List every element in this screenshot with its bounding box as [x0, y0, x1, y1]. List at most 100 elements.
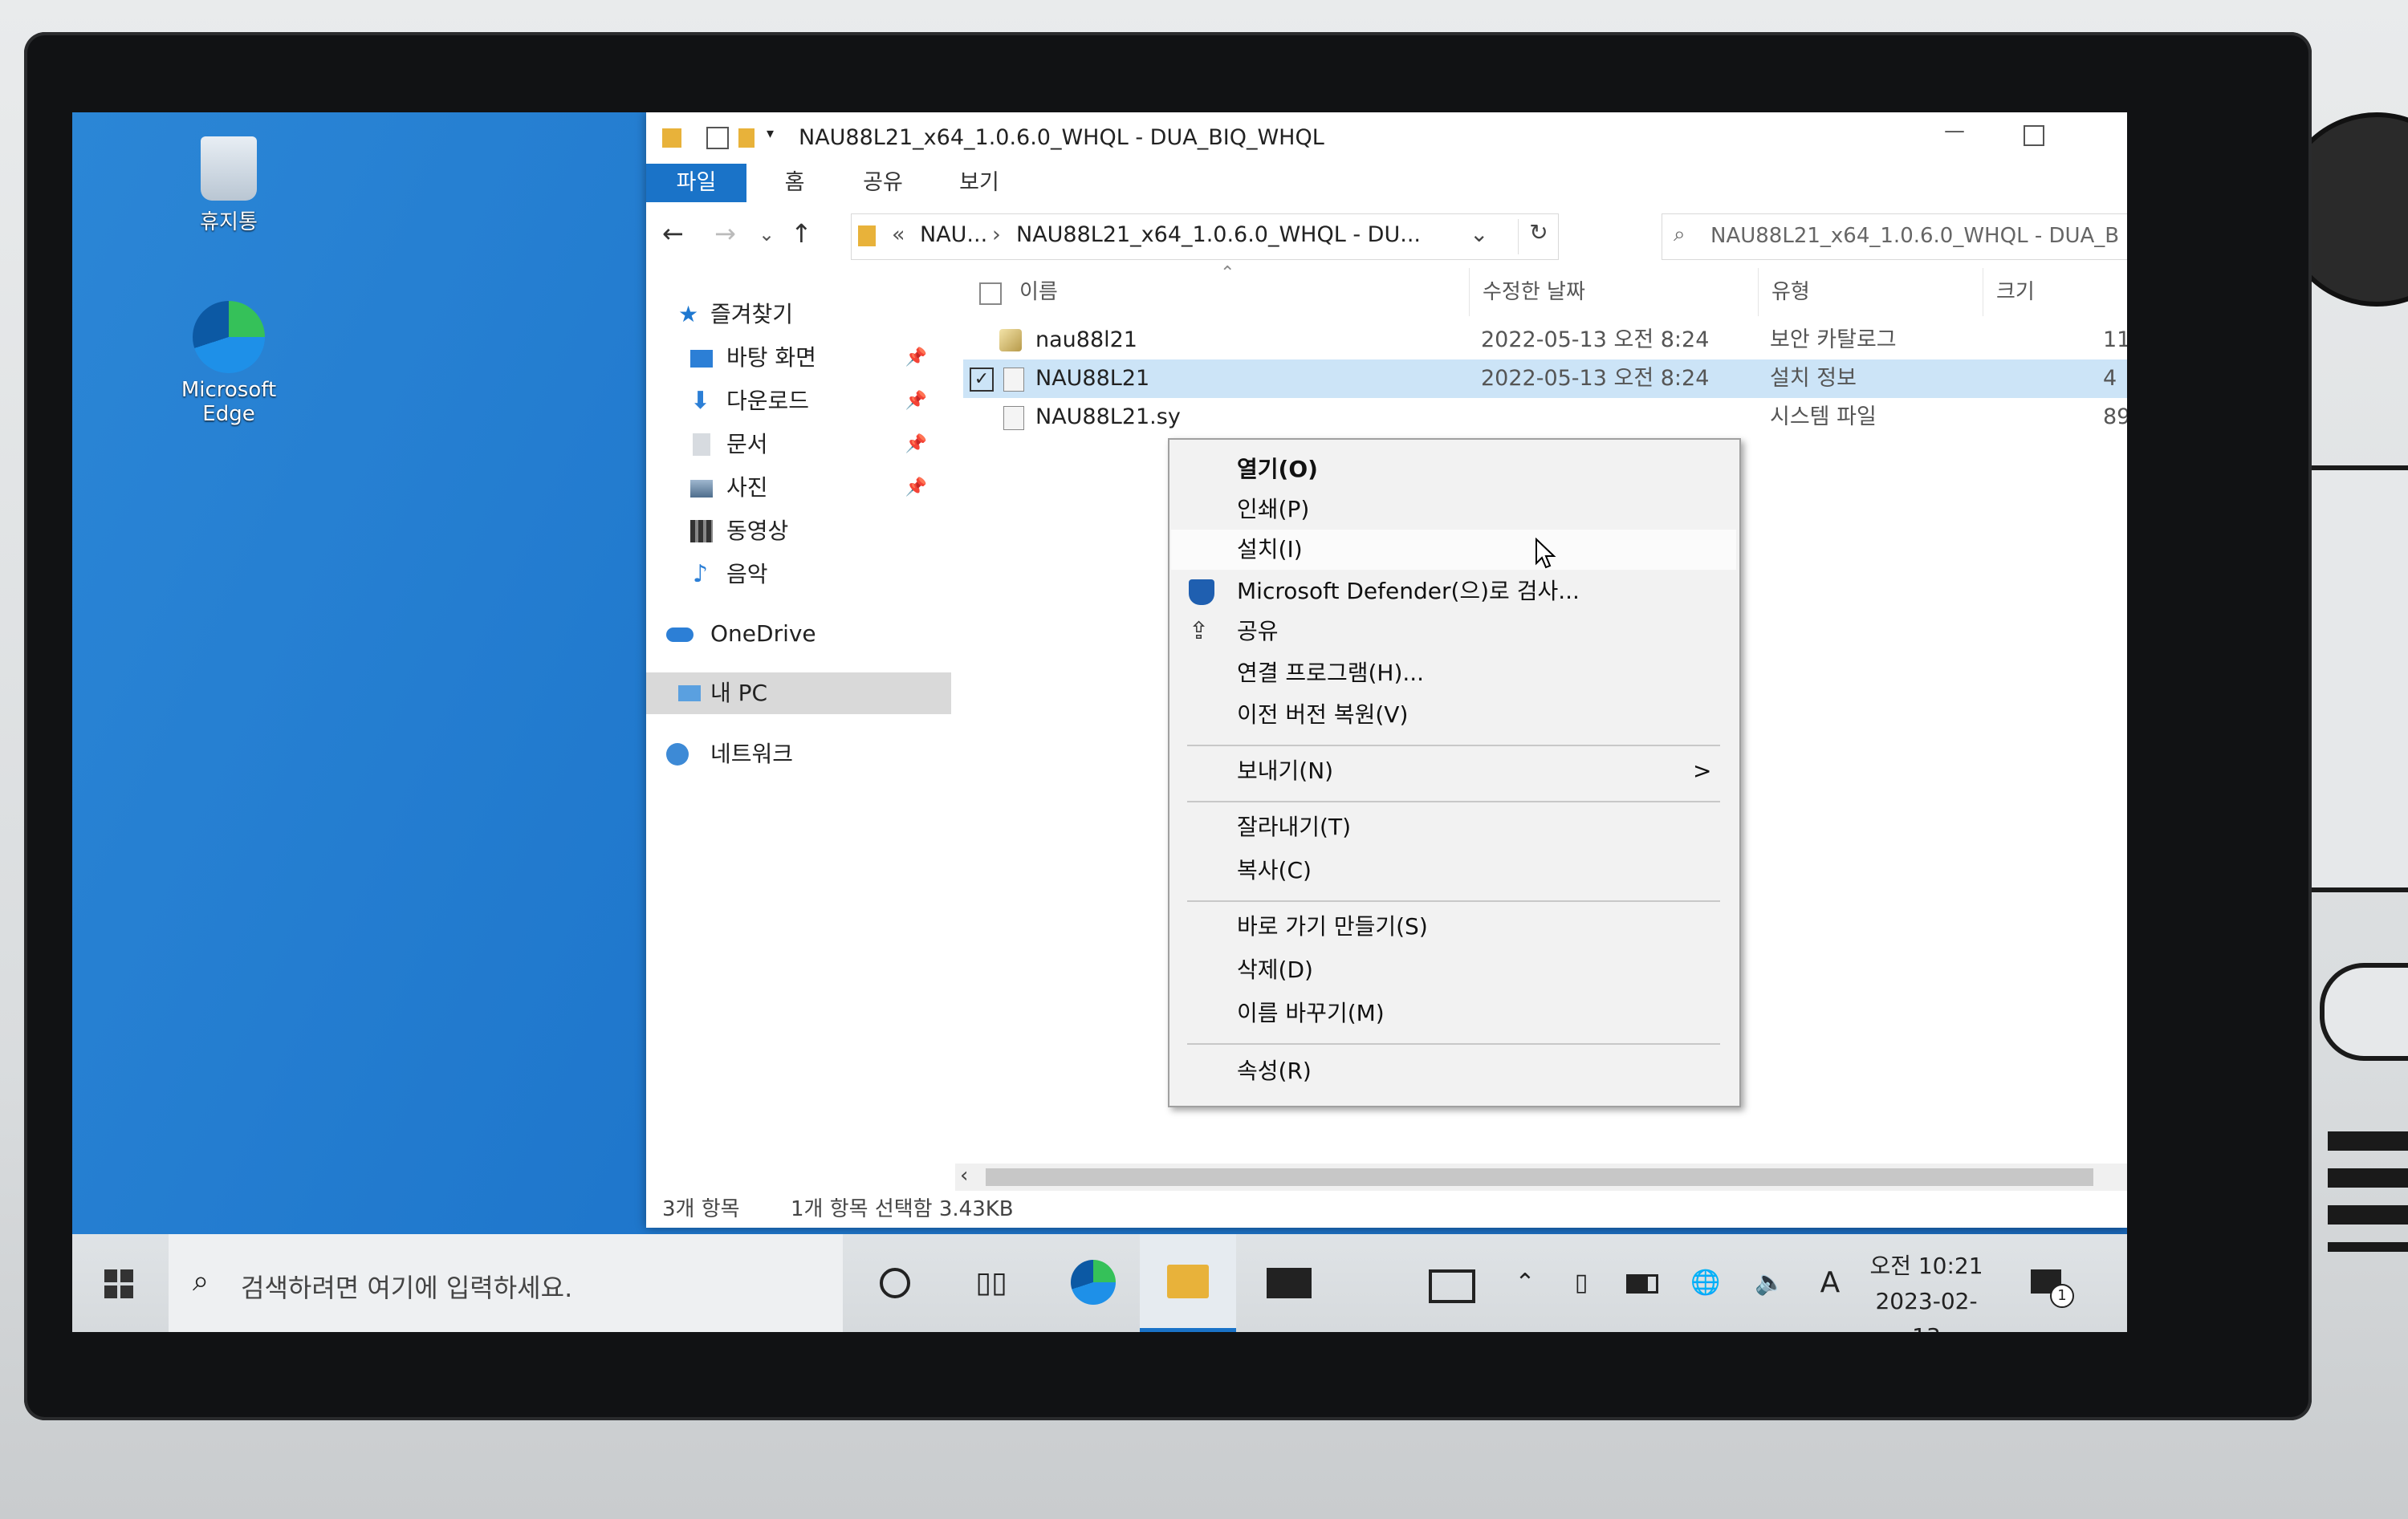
breadcrumb-current[interactable]: NAU88L21_x64_1.0.6.0_WHQL - DU...: [1016, 222, 1421, 247]
tab-home[interactable]: 홈: [759, 164, 831, 202]
menu-item-defender-scan[interactable]: Microsoft Defender(으)로 검사...: [1171, 571, 1736, 611]
menu-item-properties[interactable]: 속성(R): [1171, 1051, 1736, 1091]
pin-icon[interactable]: 📌: [905, 380, 927, 422]
nav-network[interactable]: 네트워크: [646, 733, 951, 775]
search-placeholder: NAU88L21_x64_1.0.6.0_WHQL - DUA_B: [1710, 224, 2120, 248]
select-all-checkbox[interactable]: [979, 282, 1002, 305]
title-bar: ▾ NAU88L21_x64_1.0.6.0_WHQL - DUA_BIQ_WH…: [646, 112, 2127, 164]
tab-share[interactable]: 공유: [839, 164, 927, 202]
file-type: 보안 카탈로그: [1770, 327, 1897, 352]
menu-item-open[interactable]: 열기(O): [1171, 449, 1736, 489]
breadcrumb-nau[interactable]: NAU...: [920, 222, 987, 247]
refresh-icon[interactable]: ↻: [1518, 219, 1559, 254]
menu-item-send-to[interactable]: 보내기(N) >: [1171, 751, 1736, 791]
download-arrow-icon: ⬇: [690, 387, 711, 415]
qat-dropdown-icon[interactable]: ▾: [767, 125, 774, 142]
menu-label: 열기(O): [1237, 456, 1318, 482]
scroll-left-icon[interactable]: ‹: [960, 1164, 968, 1188]
search-icon: ⌕: [193, 1265, 209, 1298]
nav-videos[interactable]: 동영상: [646, 510, 951, 552]
address-dropdown-icon[interactable]: ⌄: [1470, 221, 1488, 247]
pin-icon[interactable]: 📌: [905, 424, 927, 465]
menu-separator: [1187, 745, 1720, 746]
recent-dropdown-icon[interactable]: ⌄: [759, 223, 775, 246]
nav-documents[interactable]: 문서 📌: [646, 424, 951, 465]
menu-item-install[interactable]: 설치(I): [1171, 530, 1736, 570]
row-checkbox-checked-icon[interactable]: ✓: [970, 368, 994, 392]
menu-separator: [1187, 1043, 1720, 1045]
menu-item-rename[interactable]: 이름 바꾸기(M): [1171, 993, 1736, 1034]
pin-icon[interactable]: 📌: [905, 467, 927, 509]
scrollbar-thumb[interactable]: [986, 1168, 2093, 1186]
menu-item-create-shortcut[interactable]: 바로 가기 만들기(S): [1171, 907, 1736, 947]
back-arrow-icon[interactable]: ←: [662, 218, 684, 249]
desktop-icon-edge[interactable]: Microsoft Edge: [169, 301, 289, 426]
document-icon: [693, 433, 710, 456]
menu-label: 공유: [1237, 618, 1279, 644]
file-name: NAU88L21.sy: [1035, 404, 1181, 429]
tab-view[interactable]: 보기: [935, 164, 1023, 202]
nav-onedrive[interactable]: OneDrive: [646, 613, 951, 655]
nav-quick-access[interactable]: ★ 즐겨찾기: [646, 294, 951, 335]
up-arrow-icon[interactable]: ↑: [791, 218, 812, 249]
new-folder-icon[interactable]: [738, 128, 755, 148]
search-input[interactable]: ⌕ NAU88L21_x64_1.0.6.0_WHQL - DUA_B: [1662, 213, 2127, 260]
column-header-type[interactable]: 유형: [1758, 268, 1810, 316]
forward-arrow-icon[interactable]: →: [714, 218, 736, 249]
taskbar-edge[interactable]: [1051, 1234, 1132, 1332]
nav-downloads[interactable]: ⬇ 다운로드 📌: [646, 380, 951, 422]
table-row[interactable]: NAU88L21.sy 시스템 파일 89: [963, 398, 2127, 437]
nav-music[interactable]: ♪ 음악: [646, 554, 951, 595]
taskbar-search-box[interactable]: ⌕ 검색하려면 여기에 입력하세요.: [169, 1234, 843, 1332]
taskbar-file-explorer[interactable]: [1140, 1234, 1236, 1332]
menu-label: 보내기(N): [1237, 757, 1334, 784]
battery-icon: [1626, 1274, 1658, 1294]
nav-pictures[interactable]: 사진 📌: [646, 467, 951, 509]
menu-item-restore-versions[interactable]: 이전 버전 복원(V): [1171, 695, 1736, 735]
column-header-name[interactable]: 이름: [1019, 268, 1058, 316]
taskbar-clock[interactable]: 오전 10:21 2023-02-13: [1862, 1249, 1991, 1332]
address-bar[interactable]: « NAU... › NAU88L21_x64_1.0.6.0_WHQL - D…: [851, 213, 1559, 260]
file-date: 2022-05-13 오전 8:24: [1481, 327, 1710, 352]
breadcrumb-overflow[interactable]: «: [892, 222, 905, 247]
menu-item-open-with[interactable]: 연결 프로그램(H)...: [1171, 653, 1736, 693]
horizontal-scrollbar[interactable]: ‹: [955, 1164, 2127, 1191]
menu-item-share[interactable]: ⇪ 공유: [1171, 611, 1736, 652]
column-header-date[interactable]: 수정한 날짜: [1469, 268, 1585, 316]
battery-button[interactable]: [1613, 1234, 1670, 1332]
volume-button[interactable]: 🔈: [1742, 1234, 1798, 1332]
taskbar-mail[interactable]: [1244, 1234, 1332, 1332]
action-center-button[interactable]: 1: [2015, 1234, 2079, 1332]
maximize-button[interactable]: [2024, 125, 2044, 146]
file-size: 11: [2103, 327, 2127, 352]
tray-connect-icon[interactable]: ▯: [1557, 1234, 1605, 1332]
recycle-bin-icon: [201, 136, 257, 201]
news-widget-button[interactable]: [1413, 1234, 1485, 1332]
start-button[interactable]: [88, 1234, 153, 1332]
task-view-button[interactable]: ▯▯: [955, 1234, 1027, 1332]
menu-label: 복사(C): [1237, 857, 1312, 883]
checkbox-icon[interactable]: [706, 127, 729, 149]
tab-file[interactable]: 파일: [646, 164, 746, 202]
ime-indicator[interactable]: A: [1806, 1234, 1854, 1332]
menu-item-print[interactable]: 인쇄(P): [1171, 489, 1736, 530]
computer-icon: [678, 685, 701, 701]
menu-item-cut[interactable]: 잘라내기(T): [1171, 807, 1736, 847]
desktop-icon-label: 휴지통: [200, 210, 258, 234]
nav-desktop[interactable]: 바탕 화면 📌: [646, 337, 951, 379]
nav-this-pc[interactable]: 내 PC: [646, 672, 951, 714]
cortana-button[interactable]: [859, 1234, 931, 1332]
news-icon: [1429, 1269, 1475, 1303]
column-header-size[interactable]: 크기: [1983, 268, 2035, 316]
network-button[interactable]: 🌐: [1678, 1234, 1734, 1332]
menu-label: 연결 프로그램(H)...: [1237, 660, 1425, 686]
menu-item-delete[interactable]: 삭제(D): [1171, 950, 1736, 990]
pin-icon[interactable]: 📌: [905, 337, 927, 379]
nav-label: 문서: [726, 431, 768, 457]
desktop-icon-recycle-bin[interactable]: 휴지통: [169, 136, 289, 235]
menu-item-copy[interactable]: 복사(C): [1171, 851, 1736, 891]
table-row-selected[interactable]: ✓ NAU88L21 2022-05-13 오전 8:24 설치 정보 4: [963, 359, 2127, 398]
show-hidden-icons-button[interactable]: ⌃: [1501, 1234, 1549, 1332]
minimize-button[interactable]: —: [1930, 119, 1979, 151]
table-row[interactable]: nau88l21 2022-05-13 오전 8:24 보안 카탈로그 11: [963, 321, 2127, 359]
